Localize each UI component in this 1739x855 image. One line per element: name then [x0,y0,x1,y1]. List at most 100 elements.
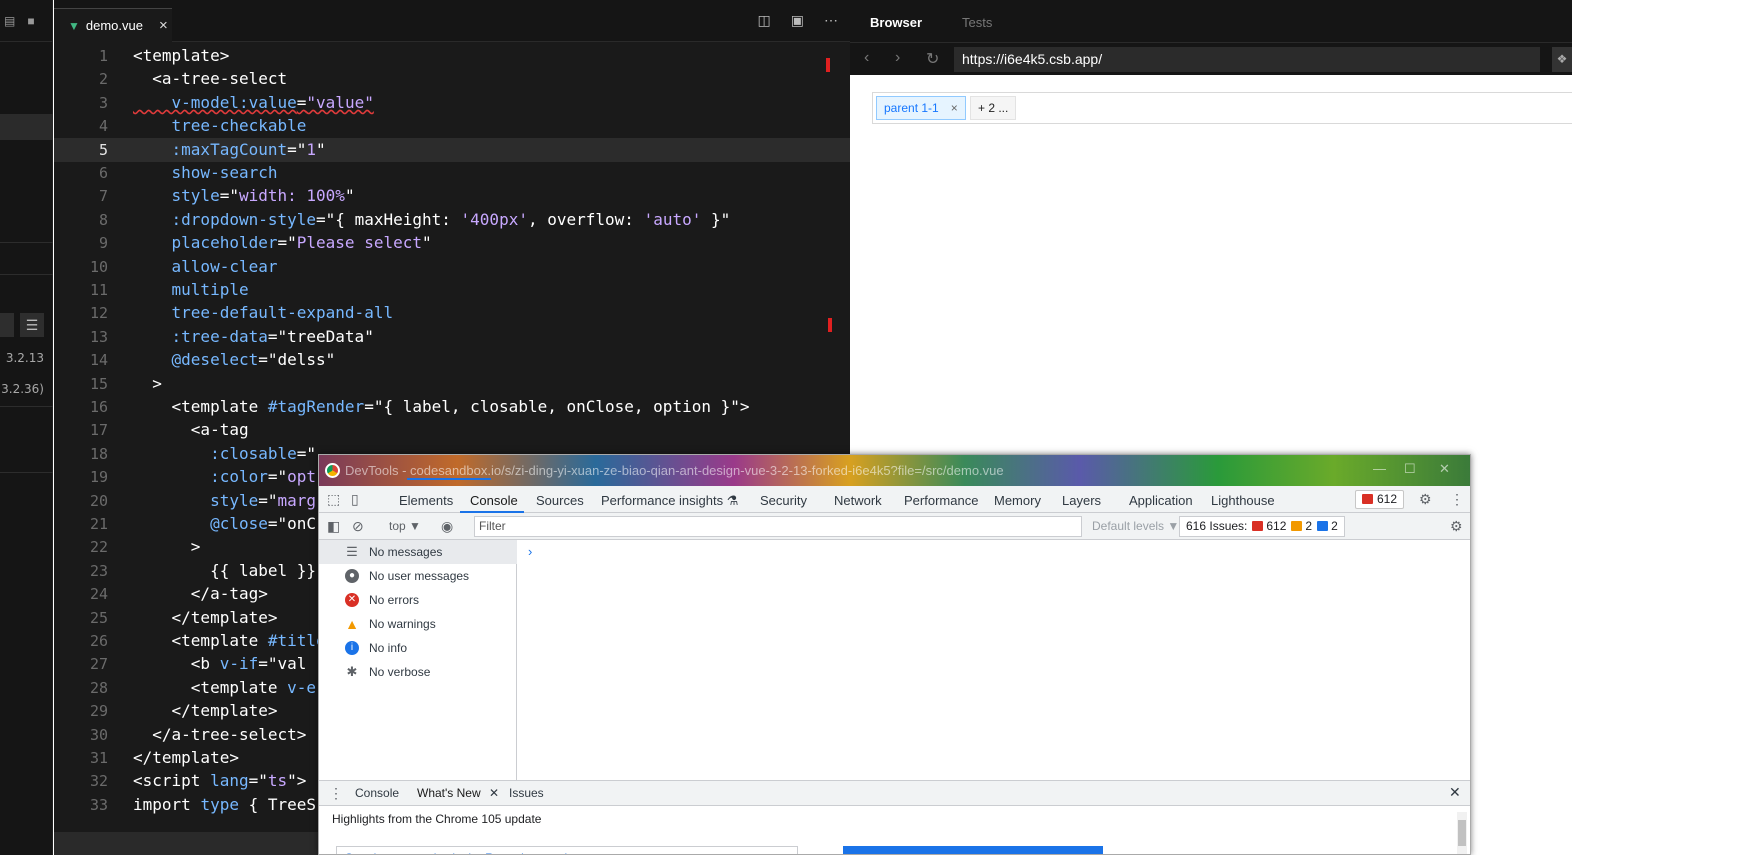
code-line[interactable]: 2 <a-tree-select [54,67,850,91]
drawer-tab-console[interactable]: Console [355,786,399,800]
tree-select[interactable]: parent 1-1 × + 2 ... [872,92,1572,124]
code-line[interactable]: 12 tree-default-expand-all [54,301,850,325]
sidebar-item-info[interactable]: i No info [319,636,517,660]
code-token: style [133,186,220,206]
error-count-badge[interactable]: 612 [1355,490,1405,509]
maximize-icon[interactable]: ☐ [1404,461,1416,477]
code-token: " [316,139,326,159]
kebab-menu-icon[interactable]: ⋮ [1450,491,1464,508]
sidebar-item-messages[interactable]: ☰ No messages [319,540,517,564]
tab-application[interactable]: Application [1129,493,1193,508]
sidebar-item-user-messages[interactable]: ● No user messages [319,564,517,588]
sidebar-divider [0,406,53,407]
whats-new-link[interactable]: Step-by-step replay in the Recorder pane… [336,846,798,854]
line-number: 30 [89,725,108,744]
preview-icon[interactable]: ▣ [791,12,804,29]
code-token: = [296,92,307,112]
back-icon[interactable]: ‹ [864,49,869,67]
tab-performance[interactable]: Performance [904,493,978,508]
url-bar[interactable]: https://i6e4k5.csb.app/ [954,47,1540,72]
dependency-version: 3.2.36) [1,382,44,396]
tab-sources[interactable]: Sources [536,493,584,508]
more-icon[interactable]: ⋯ [824,12,838,29]
code-line[interactable]: 5 :maxTagCount="1" [54,137,850,162]
sidebar-item-verbose[interactable]: ✱ No verbose [319,660,517,684]
clear-console-icon[interactable]: ⊘ [352,518,364,535]
tab-browser[interactable]: Browser [870,15,922,30]
tab-network[interactable]: Network [834,493,882,508]
drawer-tab-bar: ⋮ Console What's New ✕ Issues ✕ [319,780,1470,806]
code-token: v-e [287,677,317,697]
code-line[interactable]: 3 v-model:value="value" [54,91,850,115]
code-line[interactable]: 13 :tree-data="treeData" [54,325,850,349]
code-line[interactable]: 4 tree-checkable [54,114,850,138]
sidebar-selected-row[interactable] [0,114,53,140]
tab-performance-insights[interactable]: Performance insights ⚗ [601,493,738,509]
tag-close-icon[interactable]: × [951,101,958,115]
code-line[interactable]: 16 <template #tagRender="{ label, closab… [54,395,850,419]
console-prompt[interactable]: › [528,544,532,559]
inspect-element-icon[interactable]: ⬚ [327,491,340,508]
sidebar-item-errors[interactable]: ✕ No errors [319,588,517,612]
close-window-icon[interactable]: ✕ [1439,461,1450,477]
code-line[interactable]: 8 :dropdown-style="{ maxHeight: '400px',… [54,208,850,232]
tab-console[interactable]: Console [470,493,518,508]
console-settings-icon[interactable]: ⚙ [1450,518,1463,535]
forward-icon[interactable]: › [895,49,900,67]
scrollbar-thumb[interactable] [1458,820,1466,846]
code-line[interactable]: 10 allow-clear [54,255,850,279]
code-line[interactable]: 6 show-search [54,161,850,185]
split-editor-icon[interactable]: ◫ [758,12,771,29]
code-line[interactable]: 14 @deselect="delss" [54,348,850,372]
live-expression-eye-icon[interactable]: ◉ [441,518,453,535]
bug-icon: ✱ [346,664,358,679]
devtools-titlebar[interactable]: DevTools - codesandbox.io/s/zi-ding-yi-x… [319,455,1470,486]
context-selector[interactable]: top ▼ [389,519,421,533]
tab-lighthouse[interactable]: Lighthouse [1211,493,1275,508]
code-line[interactable]: 9 placeholder="Please select" [54,231,850,255]
console-output[interactable]: › [518,540,1470,780]
drawer-scrollbar[interactable] [1457,812,1467,854]
devtools-toggle-icon[interactable]: ❖ [1552,47,1572,72]
folder-icon[interactable]: ■ [27,14,34,41]
device-toolbar-icon[interactable]: ▯ [351,491,359,508]
filter-input[interactable]: Filter [474,516,1082,537]
code-line[interactable]: 1 <template> [54,44,850,68]
tab-tests[interactable]: Tests [962,15,992,30]
line-number: 14 [89,351,108,370]
code-line[interactable]: 7 style="width: 100%" [54,184,850,208]
tab-demo-vue[interactable]: ▼ demo.vue × [54,8,172,42]
files-icon[interactable]: ▤ [4,14,15,41]
code-token: }" [701,209,731,229]
settings-gear-icon[interactable]: ⚙ [1419,491,1432,508]
tab-memory[interactable]: Memory [994,493,1041,508]
drawer-title: Highlights from the Chrome 105 update [332,812,542,826]
drawer-tab-issues[interactable]: Issues [509,786,544,800]
close-icon[interactable]: × [159,17,168,34]
tab-layers[interactable]: Layers [1062,493,1101,508]
close-drawer-icon[interactable]: ✕ [1449,784,1461,801]
sidebar-toggle-button[interactable] [0,313,14,337]
tab-security[interactable]: Security [760,493,807,508]
list-view-icon[interactable]: ☰ [20,313,44,337]
code-text: </a-tree-select> [133,723,306,747]
sidebar-toggle-icon[interactable]: ◧ [327,518,340,535]
console-sidebar: ☰ No messages ● No user messages ✕ No error… [319,540,517,780]
sidebar-item-warnings[interactable]: ▲ No warnings [319,612,517,636]
code-text: placeholder="Please select" [133,231,432,255]
close-icon[interactable]: ✕ [489,786,499,800]
line-number: 7 [98,187,108,206]
code-text: </template> [133,606,278,630]
code-line[interactable]: 15 > [54,372,850,396]
tab-elements[interactable]: Elements [399,493,453,508]
code-line[interactable]: 11 multiple [54,278,850,302]
drawer-menu-icon[interactable]: ⋮ [329,785,343,802]
log-levels-dropdown[interactable]: Default levels ▼ [1092,519,1179,533]
line-number: 29 [89,702,108,721]
minimize-icon[interactable]: — [1373,461,1386,476]
drawer-tab-whats-new[interactable]: What's New [417,786,481,800]
reload-icon[interactable]: ↻ [926,49,939,69]
code-line[interactable]: 17 <a-tag [54,418,850,442]
issues-counter[interactable]: 616 Issues: 612 2 2 [1179,516,1345,537]
code-token: lang [210,771,249,791]
